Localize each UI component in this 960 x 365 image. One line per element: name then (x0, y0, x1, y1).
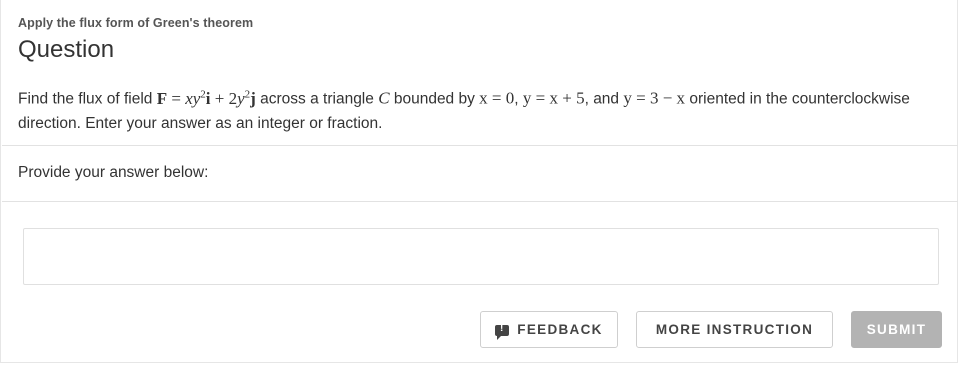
answer-label: Provide your answer below: (18, 164, 209, 181)
math-expression: F = xy2i + 2y2j (156, 88, 256, 108)
math-equals: = (167, 88, 186, 108)
math-plus: + 2 (210, 88, 238, 108)
question-text-part: , (514, 90, 523, 108)
divider (2, 201, 958, 202)
question-text-part: bounded by (389, 90, 480, 108)
answer-input[interactable] (23, 228, 939, 285)
breadcrumb: Apply the flux form of Green's theorem (18, 16, 254, 30)
math-var-xy: xy (185, 88, 201, 108)
math-bound-3: y = 3 − x (623, 88, 686, 108)
question-text-part: across a triangle (255, 90, 379, 108)
question-text: Find the flux of field F = xy2i + 2y2j a… (18, 82, 923, 136)
question-text-part: Find the flux of field (18, 90, 157, 108)
page-title: Question (18, 36, 115, 63)
math-vector-F: F (156, 88, 168, 108)
submit-button[interactable]: SUBMIT (851, 311, 942, 348)
more-instruction-button[interactable]: MORE INSTRUCTION (636, 311, 833, 348)
question-text-part: , and (584, 90, 624, 108)
feedback-button[interactable]: ! FEEDBACK (480, 311, 618, 348)
math-bound-2: y = x + 5 (522, 88, 585, 108)
math-var-y: y (237, 88, 245, 108)
submit-label: SUBMIT (866, 322, 927, 337)
math-curve-C: C (378, 88, 390, 108)
divider (2, 145, 958, 146)
feedback-label: FEEDBACK (517, 322, 603, 337)
math-bound-1: x = 0 (479, 88, 515, 108)
more-instruction-label: MORE INSTRUCTION (655, 322, 814, 337)
feedback-icon: ! (495, 323, 510, 340)
